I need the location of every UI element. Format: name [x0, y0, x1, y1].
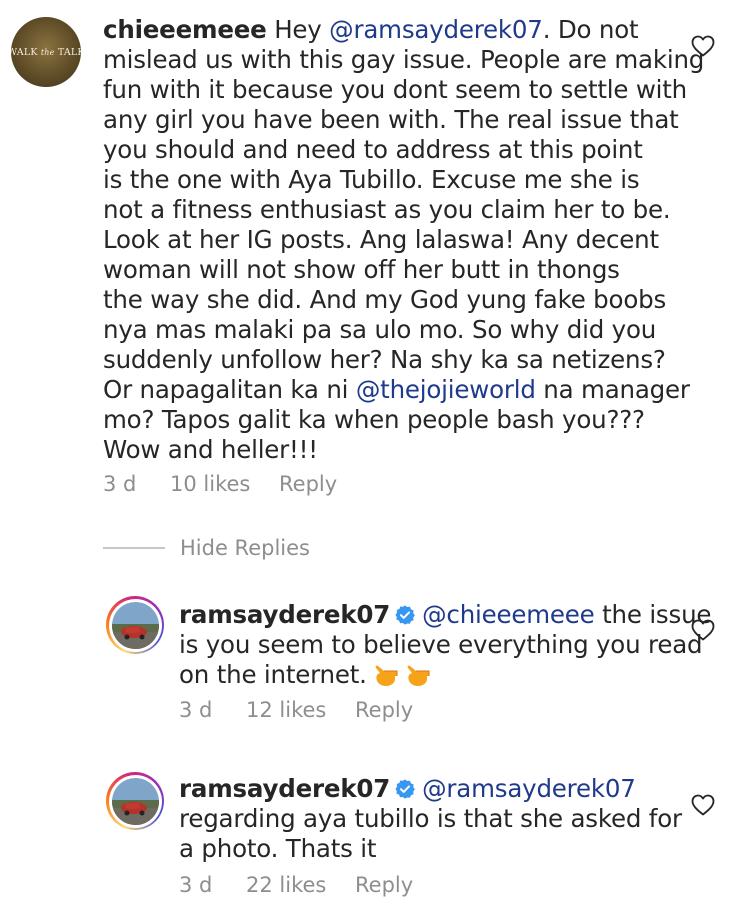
comment-text-line: mislead us with this gay issue. People a…	[103, 45, 705, 74]
comment-text-line: you should and need to address at this p…	[103, 135, 643, 164]
story-ring	[108, 598, 162, 652]
comment-text-line: fun with it because you dont seem to set…	[103, 75, 688, 104]
comment-text-line: mo? Tapos galit ka when people bash you?…	[103, 405, 645, 434]
comment-text-line: the way she did. And my God yung fake bo…	[103, 285, 667, 314]
comment-text-line: suddenly unfollow her? Na shy ka sa neti…	[103, 345, 666, 374]
comment-timestamp: 3 d	[103, 472, 137, 496]
verified-badge-icon	[395, 779, 416, 799]
heart-outline-icon[interactable]	[691, 35, 715, 57]
reply-button[interactable]: Reply	[355, 698, 413, 722]
avatar[interactable]: WALK the TALK	[11, 17, 81, 87]
backhand-index-pointing-left-emoji-icon	[375, 665, 398, 686]
mention-link[interactable]: @thejojieworld	[356, 375, 536, 404]
comment-text-segment: Or napagalitan ka ni	[103, 375, 356, 404]
reply-text-line: regarding aya tubillo is that she asked …	[179, 804, 682, 833]
likes-count[interactable]: 22 likes	[246, 873, 355, 897]
avatar[interactable]	[106, 596, 164, 654]
reply-username[interactable]: ramsayderek07	[179, 600, 390, 629]
avatar[interactable]	[106, 772, 164, 830]
comment-body: chieeemeee Hey @ramsayderek07. Do not mi…	[103, 15, 704, 465]
hide-replies-label: Hide Replies	[180, 536, 310, 560]
comment-text-line: nya mas malaki pa sa ulo mo. So why did …	[103, 315, 657, 344]
reply-body: ramsayderek07 @ramsayderek07 regarding a…	[179, 774, 682, 864]
reply-meta: 3 d 22 likes Reply	[179, 873, 413, 897]
comment-text-segment: na manager	[535, 375, 690, 404]
comment-text-line: any girl you have been with. The real is…	[103, 105, 679, 134]
mention-link[interactable]: @ramsayderek07	[329, 15, 543, 44]
avatar-logo-text: WALK the TALK	[11, 46, 81, 58]
heart-outline-icon[interactable]	[691, 794, 715, 816]
reply-button[interactable]: Reply	[279, 472, 337, 496]
comment-text-segment: Hey	[274, 15, 330, 44]
reply-button[interactable]: Reply	[355, 873, 413, 897]
divider	[103, 547, 165, 549]
backhand-index-pointing-left-emoji-icon	[407, 665, 430, 686]
comment-text-line: is the one with Aya Tubillo. Excuse me s…	[103, 165, 640, 194]
reply-text-line: is you seem to believe everything you re…	[179, 630, 703, 659]
comment-text-line: woman will not show off her butt in thon…	[103, 255, 620, 284]
heart-outline-icon[interactable]	[691, 619, 715, 641]
reply-text-line: on the internet.	[179, 660, 367, 689]
avatar-photo	[111, 777, 159, 825]
likes-count[interactable]: 10 likes	[170, 472, 279, 496]
comment-text-line: Wow and heller!!!	[103, 435, 318, 464]
reply-body: ramsayderek07 @chieeemeee the issue is y…	[179, 600, 711, 690]
verified-badge-icon	[395, 605, 416, 625]
mention-link[interactable]: @ramsayderek07	[422, 774, 636, 803]
likes-count[interactable]: 12 likes	[246, 698, 355, 722]
reply-meta: 3 d 12 likes Reply	[179, 698, 413, 722]
comment-username[interactable]: chieeemeee	[103, 15, 267, 44]
reply-text-line: a photo. Thats it	[179, 834, 377, 863]
reply-timestamp: 3 d	[179, 873, 213, 897]
story-ring	[108, 774, 162, 828]
comment-text-line: Look at her IG posts. Ang lalaswa! Any d…	[103, 225, 659, 254]
comment-meta: 3 d 10 likes Reply	[103, 472, 337, 496]
reply-username[interactable]: ramsayderek07	[179, 774, 390, 803]
mention-link[interactable]: @chieeemeee	[422, 600, 595, 629]
comment-text-segment: . Do not	[542, 15, 639, 44]
hide-replies-toggle[interactable]: Hide Replies	[103, 536, 310, 560]
reply-timestamp: 3 d	[179, 698, 213, 722]
avatar-photo	[111, 601, 159, 649]
comment-text-line: not a fitness enthusiast as you claim he…	[103, 195, 671, 224]
